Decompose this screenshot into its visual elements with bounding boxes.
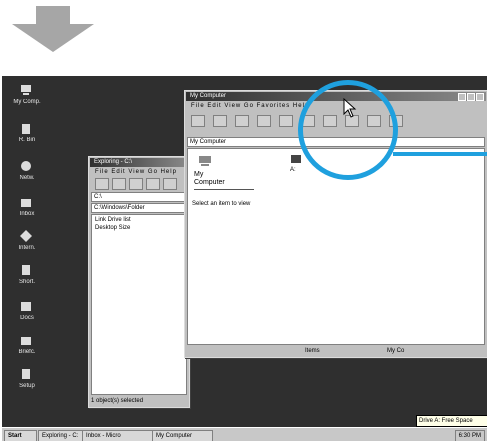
window-title: My Computer bbox=[190, 93, 227, 99]
tooltip: Drive A: Free Space bbox=[416, 415, 487, 427]
internet-icon bbox=[20, 230, 32, 242]
floppy-drive-icon bbox=[291, 155, 301, 163]
status-bar: Items My Co bbox=[187, 347, 485, 356]
system-tray-clock[interactable]: 6:30 PM bbox=[454, 430, 485, 441]
desktop-icon-label: R. Bin bbox=[18, 137, 36, 143]
undo-icon[interactable] bbox=[146, 178, 160, 190]
desktop-icon-label: My Comp. bbox=[13, 99, 41, 105]
desktop-icon-shortcut[interactable]: Short. bbox=[10, 262, 44, 292]
minimize-icon[interactable] bbox=[458, 93, 466, 101]
menu-bar[interactable]: File Edit View Go Help bbox=[91, 168, 187, 177]
pane-description: Select an item to view bbox=[192, 201, 251, 207]
delete-icon[interactable] bbox=[163, 178, 177, 190]
desktop-icon-recycle-bin[interactable]: R. Bin bbox=[10, 120, 44, 150]
desktop-icon-setup[interactable]: Setup bbox=[10, 366, 44, 396]
desktop-icon-inbox[interactable]: Inbox bbox=[10, 194, 44, 224]
explorer-window-back[interactable]: Exploring - C:\ File Edit View Go Help C… bbox=[88, 156, 190, 408]
highlight-leader-line bbox=[393, 152, 487, 156]
desktop-icon-briefcase[interactable]: Briefc. bbox=[10, 332, 44, 362]
copy-icon[interactable] bbox=[279, 115, 293, 127]
close-icon[interactable] bbox=[476, 93, 484, 101]
my-computer-icon bbox=[21, 85, 31, 95]
shortcut-icon bbox=[22, 265, 30, 275]
up-icon[interactable] bbox=[235, 115, 249, 127]
desktop-icon-label: Intern. bbox=[18, 245, 36, 251]
desktop-icon-label: Netw. bbox=[19, 175, 35, 181]
start-button[interactable]: Start bbox=[4, 430, 37, 441]
taskbar-button[interactable]: Inbox - Micro bbox=[82, 430, 153, 441]
cut-icon[interactable] bbox=[257, 115, 271, 127]
maximize-icon[interactable] bbox=[467, 93, 475, 101]
cut-icon[interactable] bbox=[95, 178, 109, 190]
paste-icon[interactable] bbox=[129, 178, 143, 190]
folder-icon bbox=[21, 302, 31, 311]
back-icon[interactable] bbox=[191, 115, 205, 127]
folder-icon bbox=[21, 199, 31, 207]
desktop-icon-my-computer[interactable]: My Comp. bbox=[10, 82, 44, 112]
address-field-2[interactable]: C:\Windows\Folder bbox=[91, 203, 187, 213]
drive-label: A: bbox=[290, 167, 296, 173]
taskbar: Start Exploring - C: Inbox - Micro My Co… bbox=[2, 427, 487, 441]
taskbar-button[interactable]: My Computer bbox=[152, 430, 213, 441]
toolbar bbox=[91, 178, 187, 190]
pane-title-2: Computer bbox=[194, 179, 225, 186]
desktop-icon-label: Inbox bbox=[19, 211, 35, 217]
briefcase-icon bbox=[21, 337, 31, 345]
desktop-icon-label: Briefc. bbox=[18, 349, 36, 355]
program-icon bbox=[22, 369, 30, 379]
drive-a[interactable]: A: bbox=[290, 153, 304, 173]
desktop-icon-label: Short. bbox=[18, 279, 35, 285]
window-titlebar[interactable]: Exploring - C:\ bbox=[90, 158, 188, 167]
divider bbox=[194, 189, 254, 190]
pane-title: My bbox=[194, 171, 204, 178]
desktop-icon-network[interactable]: Netw. bbox=[10, 158, 44, 188]
address-field[interactable]: C:\ bbox=[91, 192, 187, 202]
desktop-icon-internet[interactable]: Intern. bbox=[10, 228, 44, 258]
highlight-circle bbox=[298, 80, 398, 180]
down-arrow-icon bbox=[12, 6, 94, 52]
status-left: Items bbox=[305, 348, 320, 354]
list-item[interactable]: Desktop Size bbox=[92, 225, 186, 231]
list-item[interactable]: Link Drive list bbox=[92, 215, 186, 225]
status-right: My Co bbox=[387, 348, 405, 354]
desktop-icon-label: Docs bbox=[20, 315, 34, 321]
recycle-bin-icon bbox=[22, 124, 30, 134]
taskbar-button[interactable]: Exploring - C: bbox=[38, 430, 83, 441]
network-icon bbox=[21, 161, 31, 171]
forward-icon[interactable] bbox=[213, 115, 227, 127]
desktop-screen: My Comp. R. Bin Netw. Inbox Intern. Shor… bbox=[2, 76, 487, 441]
desktop-icon-label: Setup bbox=[19, 383, 35, 389]
my-computer-icon bbox=[199, 156, 211, 166]
copy-icon[interactable] bbox=[112, 178, 126, 190]
desktop-icon-docs[interactable]: Docs bbox=[10, 298, 44, 328]
status-bar: 1 object(s) selected bbox=[91, 398, 144, 404]
file-list-pane[interactable]: Link Drive list Desktop Size bbox=[91, 214, 187, 395]
